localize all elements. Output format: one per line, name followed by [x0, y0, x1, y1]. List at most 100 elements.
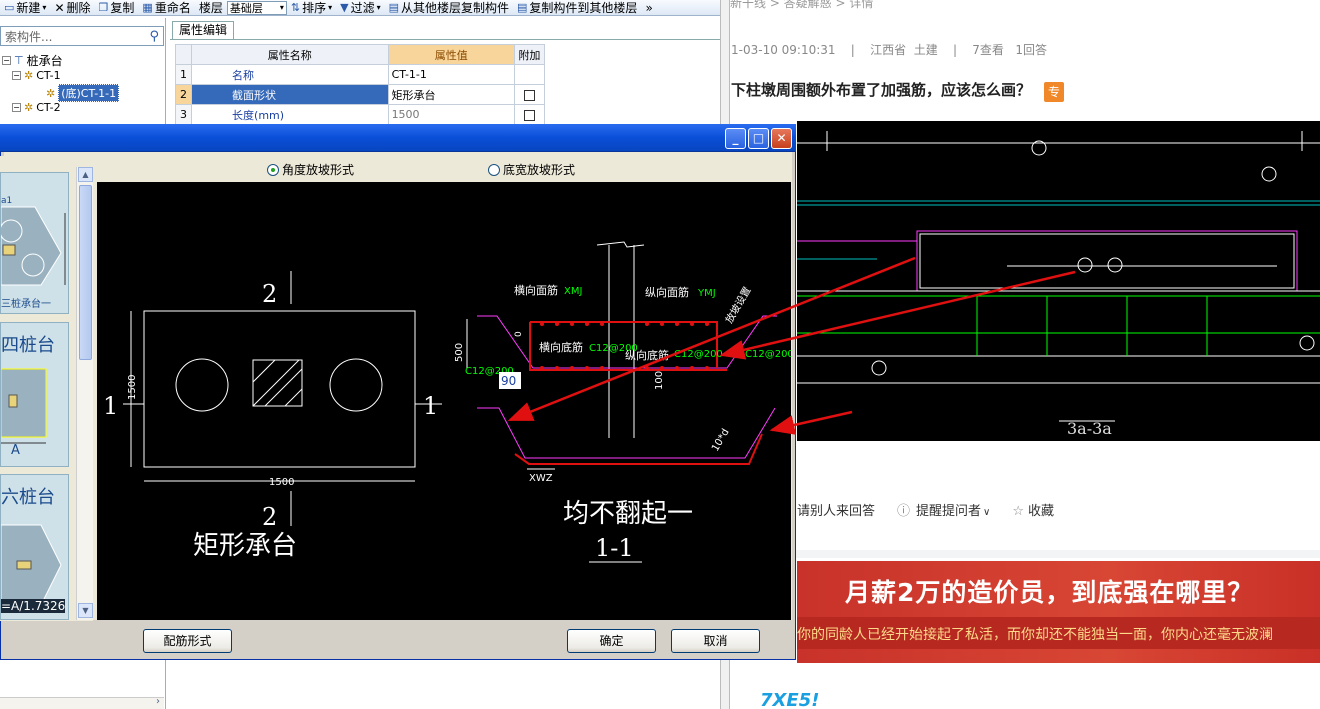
tree-node-root[interactable]: − ⊤ 桩承台 — [2, 52, 63, 69]
dropdown-arrow-icon: ▾ — [376, 3, 381, 12]
sort-button[interactable]: ⇅ 排序 ▾ — [287, 0, 336, 15]
floor-label: 楼层 — [198, 1, 223, 15]
ok-button[interactable]: 确定 — [567, 629, 656, 653]
extra-checkbox[interactable] — [523, 109, 535, 121]
table-row[interactable]: 3 长度(mm) 1500 — [174, 104, 546, 125]
svg-text:a1: a1 — [1, 196, 12, 206]
row-number: 2 — [174, 84, 193, 105]
label-c12-2: C12@200 — [674, 349, 723, 360]
tree-folder-icon: ⊤ — [14, 54, 24, 67]
column-header-name: 属性名称 — [191, 44, 389, 65]
thumb-six-pile[interactable]: 六桩台 =A/1.7326 — [0, 474, 69, 620]
toolbar-overflow-icon[interactable]: » — [641, 1, 656, 15]
invite-answer-link[interactable]: 请别人来回答 — [797, 500, 875, 519]
section-label-right: 1 — [423, 392, 438, 420]
property-name: 长度(mm) — [191, 104, 389, 125]
property-value[interactable]: CT-1-1 — [387, 64, 515, 85]
collapse-icon[interactable]: − — [2, 56, 11, 65]
radio-width-slope[interactable]: 底宽放坡形式 — [488, 161, 575, 178]
dim-width: 1500 — [269, 477, 294, 488]
thumbnail-scrollbar[interactable]: ▲ ▼ — [76, 167, 93, 620]
cad-drawing: 3a-3a — [797, 131, 1320, 438]
section-name: 1-1 — [595, 534, 634, 562]
table-row[interactable]: 1 名称 CT-1-1 — [174, 64, 546, 85]
close-button[interactable]: ✕ — [771, 128, 792, 149]
dim-length: 1500 — [127, 375, 138, 400]
thumb-formula: =A/1.7326 — [1, 599, 66, 613]
thumb-four-pile[interactable]: 四桩台 A — [0, 322, 69, 467]
property-value[interactable]: 1500 — [387, 104, 515, 125]
rename-icon: ▦ — [142, 1, 153, 14]
section-divider — [730, 550, 1320, 558]
tree-node-ct2[interactable]: − ✲ CT-2 — [12, 101, 61, 114]
pile-cap-diagram-canvas[interactable]: 2 2 1 1 1500 1500 矩形承台 横向面筋 XMJ 纵向面筋 YMJ — [97, 182, 794, 620]
floor-select[interactable]: 基础层 ▾ — [226, 0, 287, 15]
component-gear-icon: ✲ — [24, 101, 34, 114]
tab-divider — [170, 39, 720, 40]
label-ymj: 纵向面筋 — [645, 285, 689, 299]
section-title: 均不翻起一 — [563, 499, 693, 529]
row-number: 3 — [174, 104, 193, 125]
collapse-icon[interactable]: − — [12, 71, 21, 80]
dim-10d: 10*d — [710, 427, 732, 453]
rebar-form-button[interactable]: 配筋形式 — [143, 629, 232, 653]
rename-button[interactable]: ▦ 重命名 — [138, 0, 194, 15]
extra-cell — [513, 64, 546, 85]
extra-checkbox[interactable] — [523, 89, 535, 101]
remind-asker-link[interactable]: ⓘ 提醒提问者 ∨ — [897, 500, 990, 519]
scrollbar-thumb[interactable] — [79, 185, 92, 360]
info-icon: ⓘ — [897, 504, 911, 519]
radio-angle-slope[interactable]: 角度放坡形式 — [267, 161, 354, 178]
copy-from-floor-button[interactable]: ▤ 从其他楼层复制构件 — [385, 0, 513, 15]
property-value[interactable]: 矩形承台 — [387, 84, 515, 105]
cad-caption: 3a-3a — [1067, 419, 1112, 438]
filter-button[interactable]: ▼ 过滤 ▾ — [336, 0, 385, 15]
dropdown-arrow-icon: ▾ — [42, 3, 47, 12]
question-cad-image[interactable]: 3a-3a — [797, 121, 1320, 441]
slope-mode-radio-group: 角度放坡形式 底宽放坡形式 — [97, 155, 791, 181]
maximize-button[interactable]: □ — [748, 128, 769, 149]
scroll-right-icon[interactable]: › — [156, 696, 160, 707]
scroll-down-icon[interactable]: ▼ — [78, 603, 93, 618]
thumb-a-label: A — [11, 443, 20, 458]
component-search-input[interactable]: 索构件... ⚲ — [0, 26, 164, 46]
cancel-button[interactable]: 取消 — [671, 629, 760, 653]
section-label-top: 2 — [262, 280, 277, 308]
ad-banner[interactable]: 月薪2万的造价员，到底强在哪里？ 你的同龄人已经开始接起了私活，而你却还不能独当… — [797, 561, 1320, 663]
special-badge: 专 — [1044, 82, 1064, 102]
question-title: 下柱墩周围额外布置了加强筋，应该怎么画？ — [731, 81, 1032, 99]
scroll-up-icon[interactable]: ▲ — [78, 167, 93, 182]
pile-cap-diagram: 2 2 1 1 1500 1500 矩形承台 横向面筋 XMJ 纵向面筋 YMJ — [103, 241, 794, 563]
minimize-icon: _ — [732, 131, 739, 145]
banner-title: 月薪2万的造价员，到底强在哪里？ — [845, 578, 1254, 607]
delete-icon: ✕ — [54, 0, 65, 15]
favorite-link[interactable]: ☆ 收藏 — [1012, 500, 1054, 519]
tab-property-edit[interactable]: 属性编辑 — [172, 21, 235, 39]
copy-button[interactable]: ❐ 复制 — [95, 0, 139, 15]
dim-90[interactable]: 90 — [501, 374, 516, 388]
minimize-button[interactable]: _ — [725, 128, 746, 149]
close-icon: ✕ — [776, 131, 787, 145]
copy-icon: ❐ — [98, 1, 109, 14]
table-row[interactable]: 2 截面形状 矩形承台 — [174, 84, 546, 105]
dim-100: 100 — [654, 371, 665, 390]
new-button[interactable]: ▭ 新建 ▾ — [0, 0, 50, 15]
collapse-icon[interactable]: − — [12, 103, 21, 112]
component-gear-icon: ✲ — [46, 86, 56, 100]
tree-horizontal-scrollbar[interactable]: › — [0, 696, 164, 709]
property-name: 截面形状 — [191, 84, 389, 105]
copy-to-floor-button[interactable]: ▤ 复制构件到其他楼层 — [513, 0, 641, 15]
star-icon: ☆ — [1012, 504, 1025, 519]
banner-subtitle: 你的同龄人已经开始接起了私活，而你却还不能独当一面，你内心还毫无波澜 — [797, 627, 1273, 643]
label-xwz: XWZ — [529, 473, 553, 484]
thumb-three-pile[interactable]: a1 三桩承台一 — [0, 172, 69, 314]
tree-node-ct1[interactable]: − ✲ CT-1 — [12, 69, 61, 82]
label-code-xmj: XMJ — [564, 286, 582, 297]
dialog-titlebar[interactable]: _ □ ✕ — [0, 124, 796, 152]
tree-node-ct1-1[interactable]: ✲ (底)CT-1-1 — [46, 84, 120, 102]
search-icon[interactable]: ⚲ — [149, 29, 159, 44]
breadcrumb[interactable]: 新干线 > 答疑解惑 > 详情 — [730, 0, 873, 11]
table-header-row: 属性名称 属性值 附加 — [174, 44, 546, 65]
delete-button[interactable]: ✕ 删除 — [50, 0, 94, 16]
radio-checked-icon — [267, 163, 279, 176]
